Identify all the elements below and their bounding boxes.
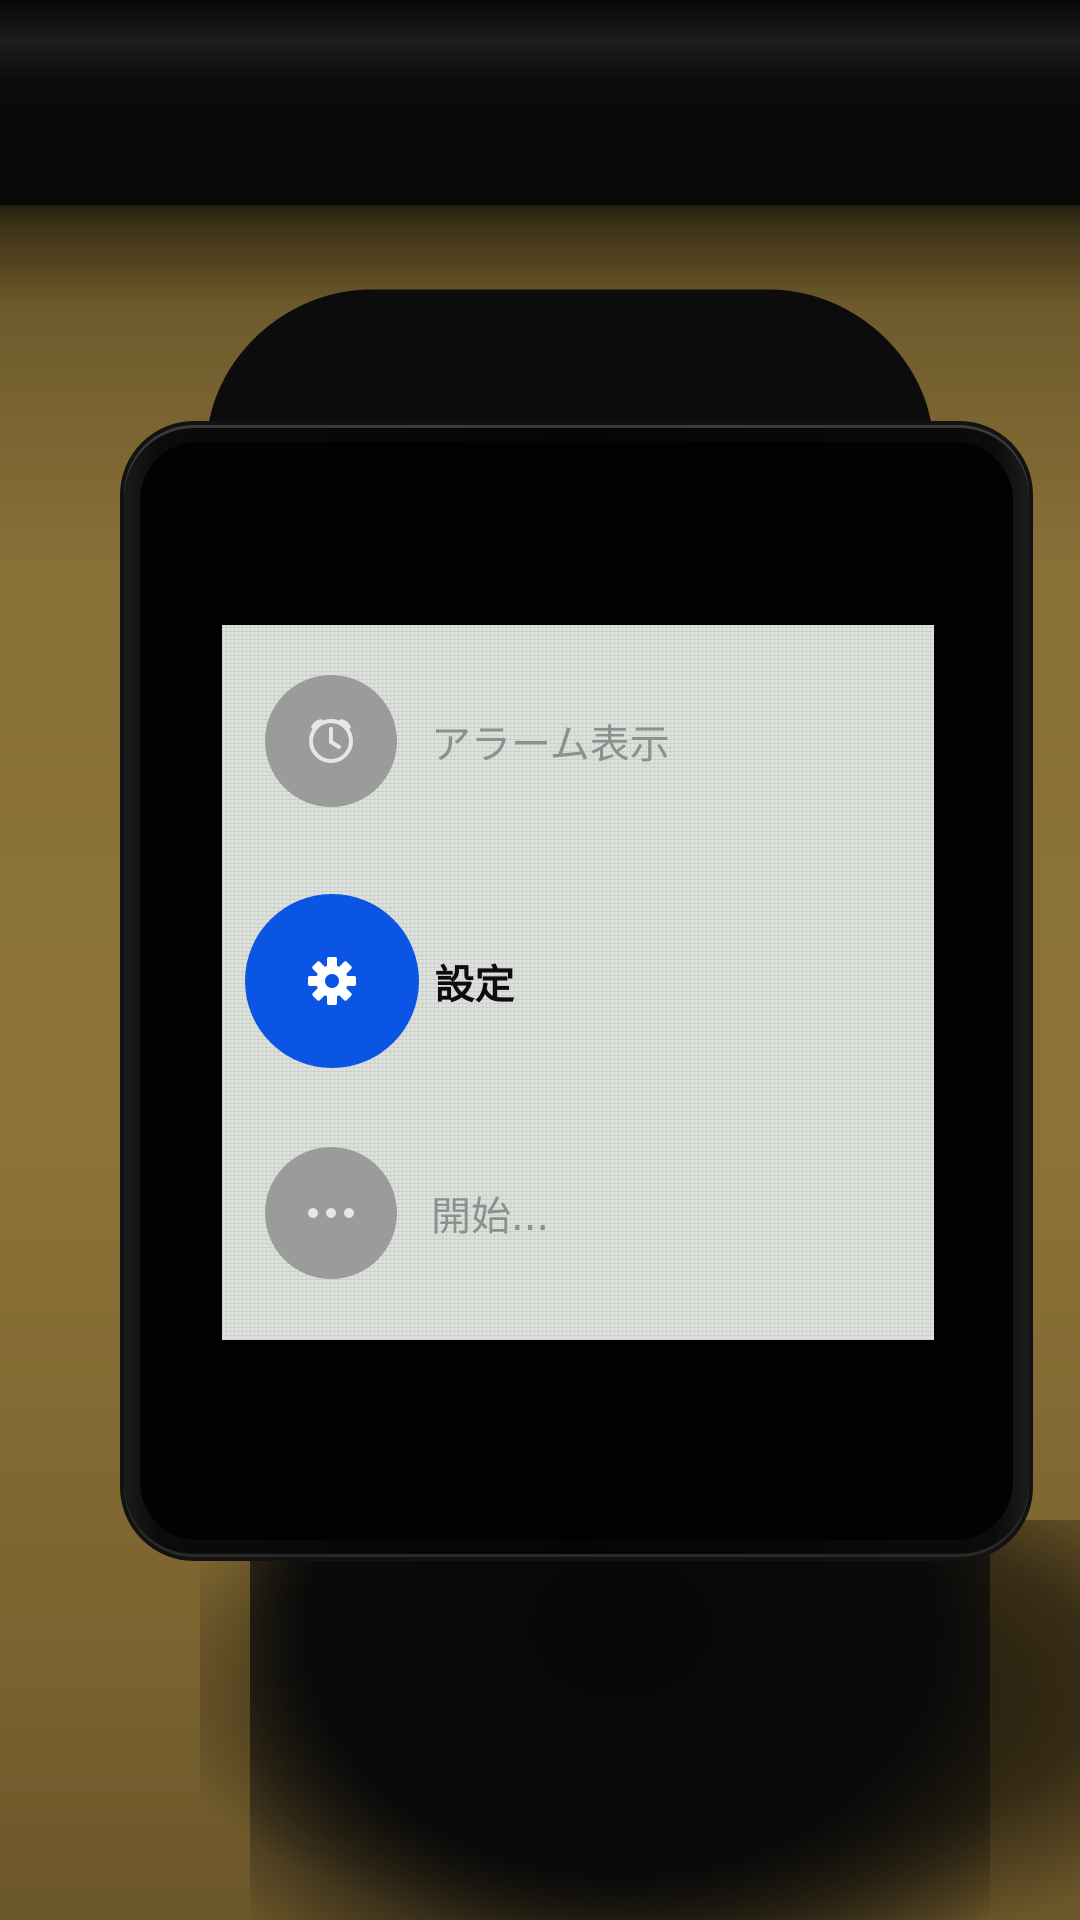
menu-item-label: アラーム表示 <box>431 722 670 768</box>
alarm-icon-circle <box>265 675 397 807</box>
menu-item-label: 設定 <box>435 961 515 1008</box>
menu-item-label: 開始... <box>431 1194 550 1240</box>
photo-scene: アラーム表示 設定 開始... <box>0 0 1080 1920</box>
start-icon-circle <box>265 1147 397 1279</box>
alarm-clock-icon <box>309 719 353 763</box>
gear-icon <box>308 956 356 1005</box>
more-dots-icon <box>308 1208 354 1218</box>
dark-background <box>0 0 1080 205</box>
watch-screen: アラーム表示 設定 開始... <box>222 625 934 1340</box>
watch-strap-bottom <box>250 1500 990 1920</box>
menu-item-start[interactable]: 開始... <box>222 1147 934 1279</box>
settings-icon-circle <box>245 893 419 1068</box>
menu-item-alarm-display[interactable]: アラーム表示 <box>222 675 934 807</box>
menu-item-settings[interactable]: 設定 <box>222 893 934 1068</box>
